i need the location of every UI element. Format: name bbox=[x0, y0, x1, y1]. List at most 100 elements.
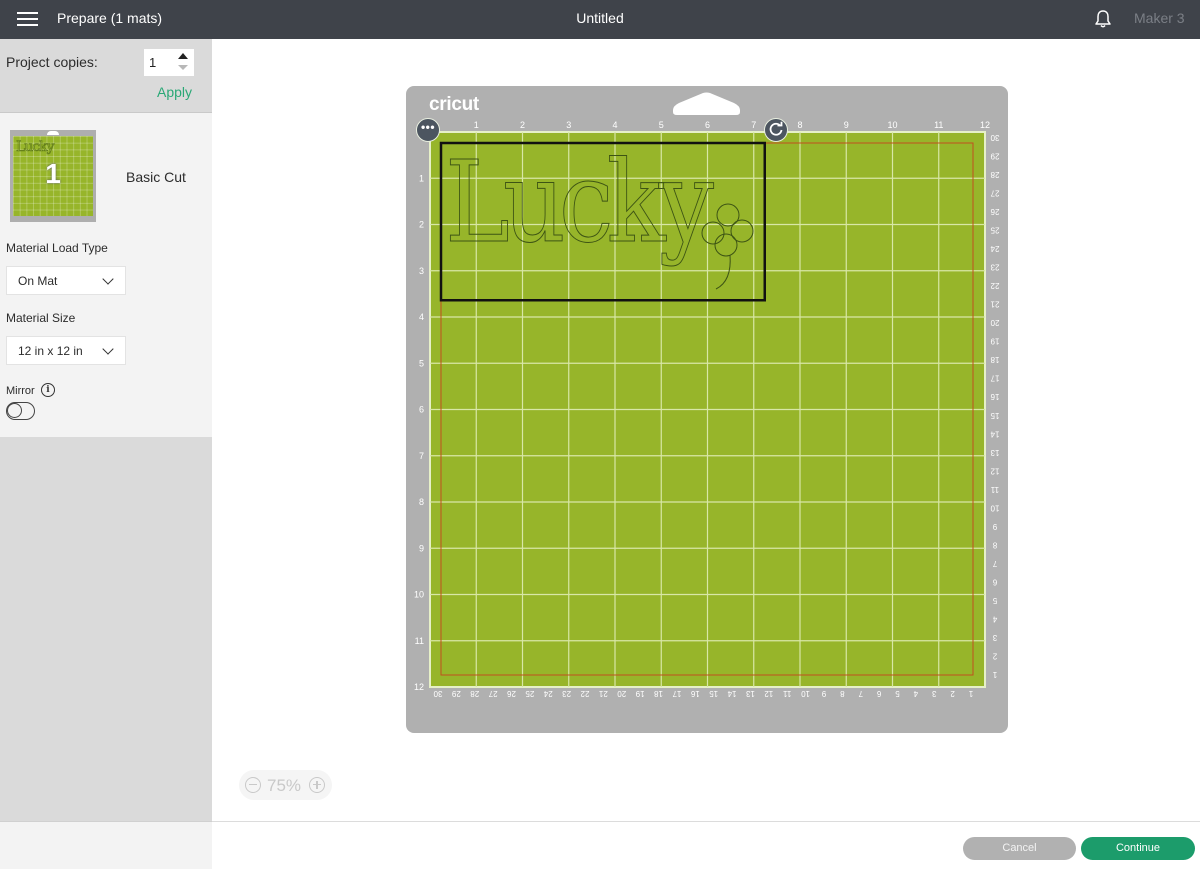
material-load-type-value: On Mat bbox=[18, 274, 58, 288]
ruler-label: 8 bbox=[992, 540, 997, 549]
ruler-label: 2 bbox=[419, 220, 424, 230]
ruler-label: 2 bbox=[950, 689, 955, 698]
ruler-label: 29 bbox=[990, 152, 999, 161]
ruler-label: 7 bbox=[992, 559, 997, 568]
ruler-label: 13 bbox=[745, 689, 754, 698]
top-bar: Prepare (1 mats) Untitled Maker 3 bbox=[0, 0, 1200, 39]
increment-arrow-icon[interactable] bbox=[178, 53, 188, 59]
toggle-knob bbox=[7, 403, 22, 418]
project-copies-section: Project copies: 1 Apply bbox=[0, 39, 212, 113]
ruler-label: 7 bbox=[858, 689, 863, 698]
ruler-label: 3 bbox=[931, 689, 936, 698]
ruler-label: 20 bbox=[990, 318, 999, 327]
more-options-icon[interactable]: ••• bbox=[416, 118, 440, 142]
ruler-label: 18 bbox=[990, 355, 999, 364]
ruler-label: 20 bbox=[617, 689, 626, 698]
ruler-label: 4 bbox=[419, 312, 424, 322]
chevron-down-icon bbox=[102, 343, 114, 355]
mirror-toggle[interactable] bbox=[6, 402, 35, 420]
ruler-label: 28 bbox=[990, 170, 999, 179]
bell-icon[interactable] bbox=[1094, 9, 1112, 29]
material-size-select[interactable]: 12 in x 12 in bbox=[6, 336, 126, 365]
ruler-label: 2 bbox=[992, 651, 997, 660]
ruler-label: 17 bbox=[990, 374, 999, 383]
ruler-label: 17 bbox=[672, 689, 681, 698]
mat-thumbnail[interactable]: Lucky 1 bbox=[10, 130, 96, 222]
project-copies-value: 1 bbox=[149, 55, 157, 70]
ruler-label: 2 bbox=[520, 120, 525, 130]
ruler-label: 11 bbox=[415, 636, 424, 646]
ruler-label: 23 bbox=[562, 689, 571, 698]
ruler-label: 13 bbox=[990, 448, 999, 457]
decrement-arrow-icon[interactable] bbox=[178, 65, 188, 70]
ruler-label: 6 bbox=[419, 405, 424, 415]
hamburger-icon[interactable] bbox=[17, 12, 38, 27]
ruler-label: 12 bbox=[764, 689, 773, 698]
ruler-label: 19 bbox=[990, 337, 999, 346]
ruler-label: 5 bbox=[419, 358, 424, 368]
ruler-label: 9 bbox=[992, 522, 997, 531]
ruler-label: 22 bbox=[990, 281, 999, 290]
ruler-label: 4 bbox=[992, 614, 997, 623]
ruler-label: 6 bbox=[992, 577, 997, 586]
cutting-mat[interactable]: cricut 1 2 3 4 5 6 7 8 9 10 11 12 1 2 3 4 5 6 7 8 9 10 11 12 30 2… bbox=[406, 86, 1008, 733]
mirror-label: Mirror bbox=[6, 385, 35, 397]
ruler-label: 1 bbox=[474, 120, 479, 130]
ruler-label: 29 bbox=[451, 689, 460, 698]
ruler-label: 24 bbox=[543, 689, 552, 698]
page-title: Prepare (1 mats) bbox=[57, 10, 163, 26]
ruler-label: 1 bbox=[419, 173, 424, 183]
ruler-label: 9 bbox=[419, 543, 424, 553]
ruler-label: 27 bbox=[990, 189, 999, 198]
ruler-label: 22 bbox=[580, 689, 589, 698]
mat-settings-panel: Lucky 1 Basic Cut Material Load Type On … bbox=[0, 113, 212, 437]
ruler-label: 25 bbox=[525, 689, 534, 698]
ruler-label: 11 bbox=[783, 689, 792, 698]
mat-number: 1 bbox=[45, 158, 61, 189]
ruler-label: 7 bbox=[419, 451, 424, 461]
mat-thumbnail-design: Lucky bbox=[16, 139, 55, 156]
ruler-label: 21 bbox=[990, 300, 999, 309]
machine-selector[interactable]: Maker 3 bbox=[1134, 10, 1185, 26]
cancel-button[interactable]: Cancel bbox=[963, 837, 1076, 860]
project-copies-input[interactable]: 1 bbox=[144, 49, 194, 76]
apply-button[interactable]: Apply bbox=[157, 84, 192, 100]
material-load-type-select[interactable]: On Mat bbox=[6, 266, 126, 295]
ruler-label: 16 bbox=[990, 392, 999, 401]
rotate-icon[interactable] bbox=[764, 118, 788, 142]
ruler-label: 28 bbox=[470, 689, 479, 698]
ruler-label: 9 bbox=[821, 689, 826, 698]
ruler-label: 27 bbox=[488, 689, 497, 698]
ruler-label: 1 bbox=[968, 689, 973, 698]
ruler-label: 23 bbox=[990, 263, 999, 272]
sidebar: Project copies: 1 Apply Lucky 1 Basic Cu… bbox=[0, 39, 212, 869]
ruler-label: 3 bbox=[992, 633, 997, 642]
chevron-down-icon bbox=[102, 273, 114, 285]
ruler-label: 6 bbox=[876, 689, 881, 698]
mat-grid: 1 2 3 4 5 6 7 8 9 10 11 121234567891011123029282726… bbox=[414, 120, 999, 698]
document-title: Untitled bbox=[576, 10, 624, 26]
material-size-label: Material Size bbox=[6, 311, 76, 325]
ruler-label: 11 bbox=[990, 485, 999, 494]
ruler-label: 19 bbox=[635, 689, 644, 698]
continue-button[interactable]: Continue bbox=[1081, 837, 1195, 860]
ruler-label: 3 bbox=[566, 120, 571, 130]
ruler-label: 4 bbox=[913, 689, 918, 698]
zoom-out-icon[interactable] bbox=[245, 777, 261, 793]
ruler-label: 24 bbox=[990, 244, 999, 253]
ruler-label: 10 bbox=[414, 590, 424, 600]
ruler-label: 12 bbox=[414, 682, 424, 692]
mat-name: Basic Cut bbox=[126, 169, 186, 185]
ruler-label: 9 bbox=[844, 120, 849, 130]
info-icon[interactable]: i bbox=[41, 383, 55, 397]
sidebar-footer bbox=[0, 821, 212, 869]
ruler-label: 25 bbox=[990, 226, 999, 235]
zoom-in-icon[interactable] bbox=[309, 777, 325, 793]
project-copies-label: Project copies: bbox=[6, 54, 98, 70]
zoom-level: 75% bbox=[267, 776, 302, 795]
ruler-label: 12 bbox=[980, 120, 990, 130]
ruler-label: 10 bbox=[887, 120, 897, 130]
ruler-label: 16 bbox=[690, 689, 699, 698]
ruler-label: 6 bbox=[705, 120, 710, 130]
ruler-label: 5 bbox=[659, 120, 664, 130]
